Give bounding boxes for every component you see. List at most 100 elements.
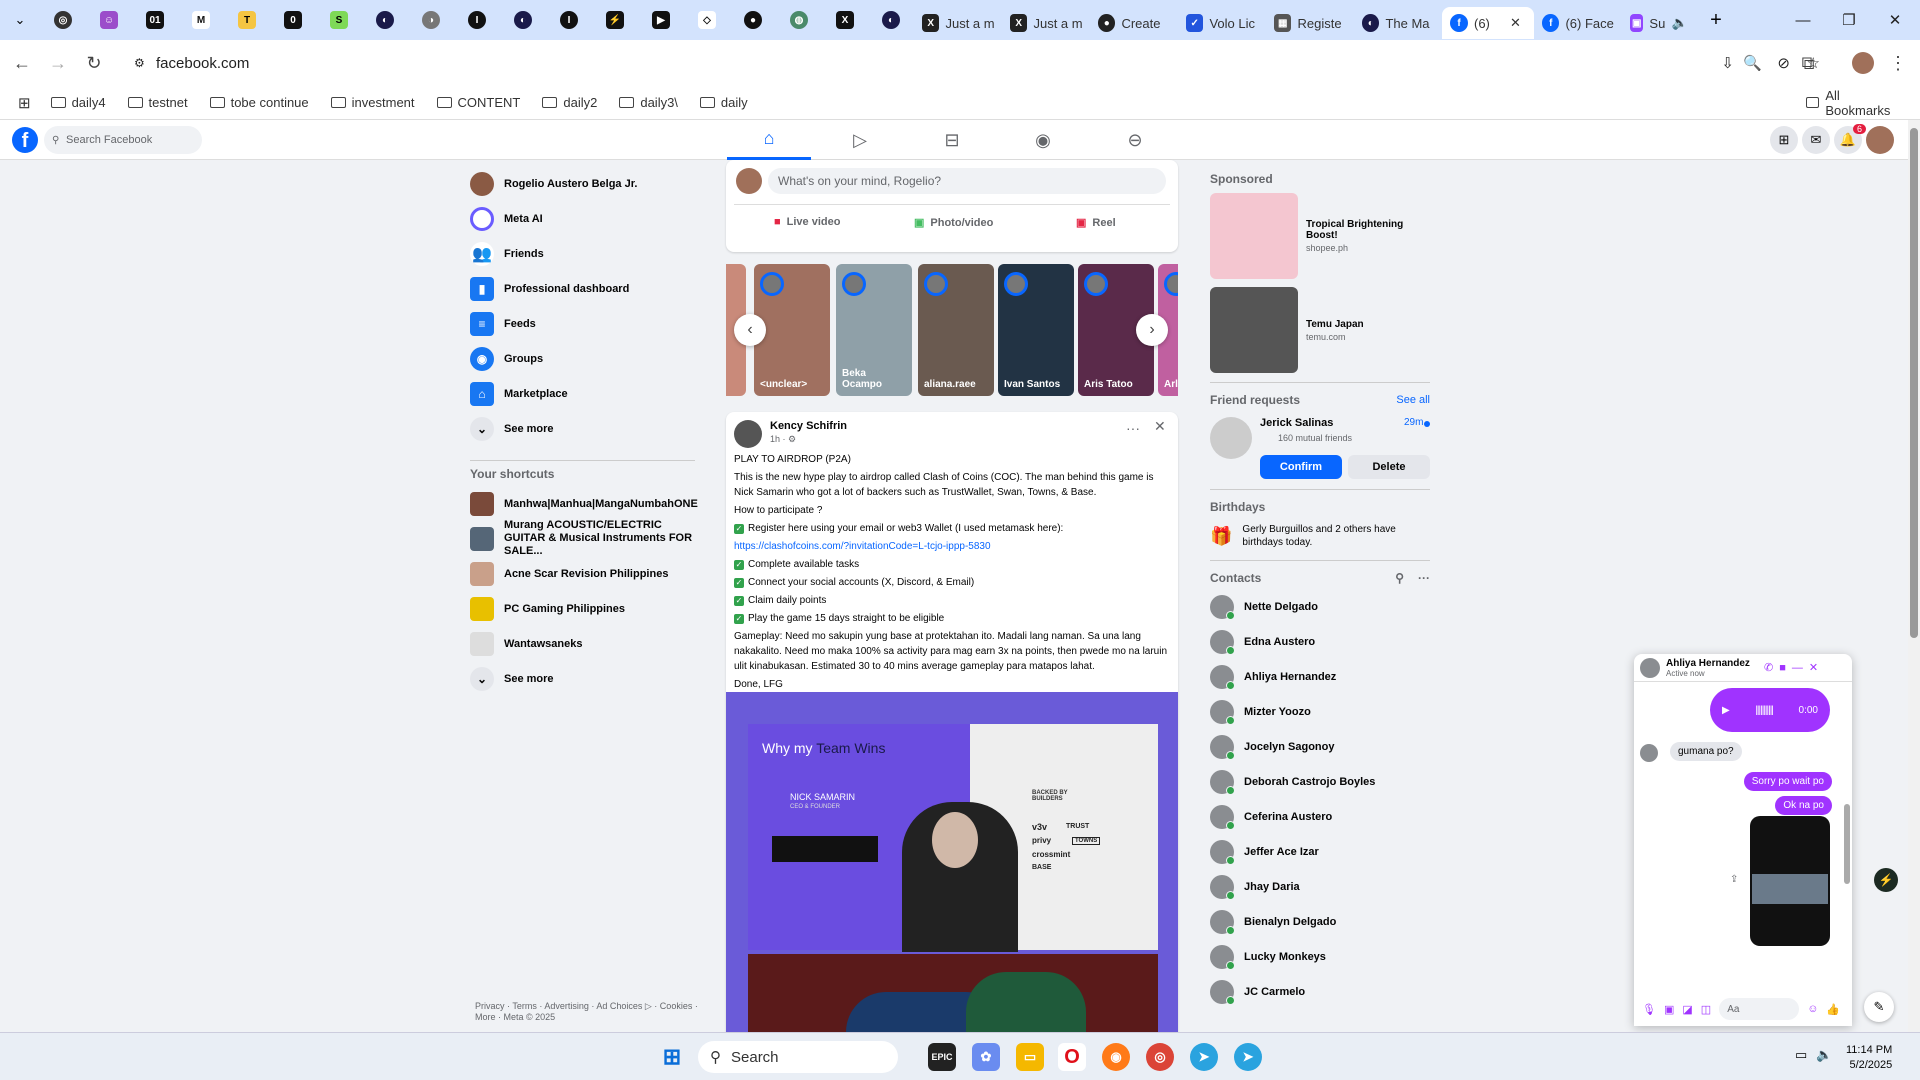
new-message-icon[interactable]: ✎ — [1864, 992, 1894, 1022]
emoji-icon[interactable]: ☺ — [1807, 1003, 1818, 1015]
pinned-tab[interactable]: I — [546, 0, 592, 40]
stories-next-button[interactable]: › — [1136, 314, 1168, 346]
close-icon[interactable]: ✕ — [1154, 418, 1166, 435]
pinned-tab[interactable]: ◇ — [684, 0, 730, 40]
browser-tab[interactable]: ✓ Volo Lic — [1178, 7, 1266, 39]
sponsored-ad[interactable]: Temu Japan temu.com — [1210, 284, 1430, 376]
browser-tab[interactable]: ▦ Registe — [1266, 7, 1354, 39]
apps-icon[interactable]: ⊞ — [18, 94, 31, 112]
sticker-icon[interactable]: ◪ — [1682, 1003, 1692, 1016]
bookmark-folder[interactable]: investment — [330, 95, 415, 110]
maximize-button[interactable]: ❐ — [1826, 0, 1872, 40]
contact-item[interactable]: Jeffer Ace Izar — [1210, 834, 1430, 869]
contact-item[interactable]: Nette Delgado — [1210, 589, 1430, 624]
pinned-tab[interactable]: ◐ — [362, 0, 408, 40]
share-icon[interactable]: ⇪ — [1730, 874, 1738, 885]
clock[interactable]: 11:14 PM 5/2/2025 — [1846, 1043, 1892, 1073]
contact-item[interactable]: Deborah Castrojo Boyles — [1210, 764, 1430, 799]
telegram-icon[interactable]: ➤ — [1190, 1043, 1218, 1071]
message-input[interactable]: Aa — [1719, 998, 1800, 1020]
pinned-tab[interactable]: 0 — [270, 0, 316, 40]
sponsored-ad[interactable]: Tropical Brightening Boost! shopee.ph — [1210, 190, 1430, 282]
back-button[interactable]: ← — [4, 45, 40, 81]
tab-gaming[interactable]: ⊖ — [1093, 120, 1177, 160]
minimize-button[interactable]: — — [1780, 0, 1826, 40]
confirm-button[interactable]: Confirm — [1260, 455, 1342, 479]
contact-item[interactable]: Bienalyn Delgado — [1210, 904, 1430, 939]
tab-marketplace[interactable]: ⊟ — [910, 120, 994, 160]
stories-prev-button[interactable]: ‹ — [734, 314, 766, 346]
sidebar-see-more[interactable]: ⌄ See more — [470, 411, 695, 446]
pinned-tab[interactable]: X — [822, 0, 868, 40]
file-explorer-icon[interactable]: ▭ — [1016, 1043, 1044, 1071]
delete-button[interactable]: Delete — [1348, 455, 1430, 479]
zoom-icon[interactable]: 🔍 — [1743, 54, 1762, 72]
post-author[interactable]: Kency Schifrin — [770, 420, 847, 432]
pinned-tab[interactable]: ▶ — [638, 0, 684, 40]
play-icon[interactable]: ▶ — [1722, 705, 1730, 716]
avatar[interactable] — [1210, 417, 1252, 459]
video-call-icon[interactable]: ■ — [1779, 662, 1786, 674]
pinned-tab[interactable]: ◐ — [500, 0, 546, 40]
profile-avatar[interactable] — [1852, 52, 1874, 74]
sidebar-item-marketplace[interactable]: ⌂ Marketplace — [470, 376, 695, 411]
contact-item[interactable]: Edna Austero — [1210, 624, 1430, 659]
shortcut-item[interactable]: Murang ACOUSTIC/ELECTRIC GUITAR & Musica… — [470, 519, 695, 557]
bookmark-folder[interactable]: daily2 — [542, 95, 597, 110]
story-card[interactable]: Ivan Santos — [998, 264, 1074, 396]
photo-video-button[interactable]: ▣ Photo/video — [914, 216, 993, 230]
sidebar-item-feeds[interactable]: ≡ Feeds — [470, 306, 695, 341]
close-tab-icon[interactable]: ✕ — [1510, 15, 1521, 31]
chrome-icon[interactable]: ◎ — [1146, 1043, 1174, 1071]
shortcut-item[interactable]: Acne Scar Revision Philippines — [470, 556, 695, 591]
epic-games-icon[interactable]: EPIC — [928, 1043, 956, 1071]
see-all-link[interactable]: See all — [1396, 394, 1430, 406]
telegram-icon[interactable]: ➤ — [1234, 1043, 1262, 1071]
image-icon[interactable]: ▣ — [1664, 1003, 1674, 1016]
contact-item[interactable]: Lucky Monkeys — [1210, 939, 1430, 974]
tab-video[interactable]: ▷ — [818, 120, 902, 160]
messenger-icon[interactable]: ✉ — [1802, 126, 1830, 154]
sidebar-item-groups[interactable]: ◉ Groups — [470, 341, 695, 376]
avatar[interactable] — [734, 420, 762, 448]
shortcuts-see-more[interactable]: ⌄ See more — [470, 661, 695, 696]
url-field[interactable]: ⚙ facebook.com ⇩ 🔍 ⊘ ☆ — [124, 46, 1834, 80]
pinned-tab[interactable]: ☺ — [86, 0, 132, 40]
pinned-tab[interactable]: ◐ — [868, 0, 914, 40]
profile-avatar[interactable] — [1866, 126, 1894, 154]
extensions-icon[interactable]: ⧉ — [1790, 45, 1826, 81]
search-input[interactable]: ⚲ Search Facebook — [44, 126, 202, 154]
tab-search-button[interactable]: ⌄ — [0, 0, 40, 40]
pinned-tab[interactable]: ◑ — [408, 0, 454, 40]
extension-floating-icon[interactable]: ⚡ — [1874, 868, 1898, 892]
menu-grid-icon[interactable]: ⊞ — [1770, 126, 1798, 154]
new-tab-button[interactable]: + — [1696, 0, 1736, 40]
reel-button[interactable]: ▣ Reel — [1076, 216, 1116, 230]
menu-icon[interactable]: ⋮ — [1880, 45, 1916, 81]
more-options-icon[interactable]: ··· — [1126, 420, 1140, 436]
pinned-tab[interactable]: ⚡ — [592, 0, 638, 40]
more-options-icon[interactable]: ··· — [1418, 571, 1430, 585]
story-card[interactable]: Beka Ocampo — [836, 264, 912, 396]
contact-item[interactable]: Ceferina Austero — [1210, 799, 1430, 834]
sidebar-item-friends[interactable]: 👥 Friends — [470, 236, 695, 271]
contact-item[interactable]: Jocelyn Sagonoy — [1210, 729, 1430, 764]
bookmark-folder[interactable]: daily4 — [50, 95, 106, 110]
browser-tab[interactable]: ▣Sup🔈 — [1622, 7, 1696, 39]
pinned-tab[interactable]: M — [178, 0, 224, 40]
close-window-button[interactable]: ✕ — [1872, 0, 1918, 40]
post-image[interactable]: Why my Team Wins NICK SAMARIN CEO & FOUN… — [726, 692, 1178, 1052]
monitor-icon[interactable]: ▭ — [1795, 1047, 1807, 1063]
volume-icon[interactable]: 🔈 — [1816, 1047, 1832, 1063]
copilot-icon[interactable]: ✿ — [972, 1043, 1000, 1071]
bookmark-folder[interactable]: daily3\ — [619, 95, 678, 110]
opera-icon[interactable]: O — [1058, 1043, 1086, 1071]
chat-scrollbar[interactable] — [1844, 804, 1850, 884]
gif-icon[interactable]: ◫ — [1701, 1003, 1711, 1016]
browser-tab[interactable]: X Just a m — [1002, 7, 1090, 39]
notifications-bell-icon[interactable]: 🔔 6 — [1834, 124, 1866, 154]
tab-home[interactable]: ⌂ — [727, 120, 811, 160]
bookmark-folder[interactable]: testnet — [127, 95, 188, 110]
browser-tab-active[interactable]: f (6) ✕ — [1442, 7, 1534, 39]
page-scrollbar[interactable] — [1908, 120, 1920, 1080]
